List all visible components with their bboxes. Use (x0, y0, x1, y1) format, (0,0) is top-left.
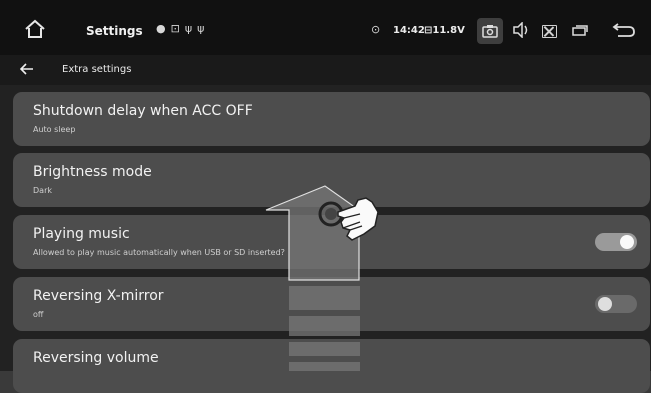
arrow-left-icon[interactable] (20, 63, 34, 75)
clock-time: 14:42 (393, 25, 425, 36)
setting-playing-music[interactable]: Playing music Allowed to play music auto… (13, 215, 650, 269)
page-title: Extra settings (62, 64, 132, 75)
location-pin-icon: ⊙ (371, 23, 381, 36)
setting-title: Playing music (33, 226, 130, 242)
setting-title: Reversing X-mirror (33, 288, 164, 304)
status-icons: ●⊡ψψ (156, 22, 209, 35)
usb-icon: ψ (197, 22, 210, 35)
settings-list: Shutdown delay when ACC OFF Auto sleep B… (0, 85, 651, 393)
setting-title: Brightness mode (33, 164, 152, 180)
reversing-x-mirror-toggle[interactable] (595, 295, 637, 313)
setting-brightness-mode[interactable]: Brightness mode Dark (13, 153, 650, 207)
setting-title: Shutdown delay when ACC OFF (33, 103, 253, 119)
close-window-icon[interactable] (542, 25, 557, 38)
setting-subtitle: Auto sleep (33, 125, 76, 134)
setting-subtitle: Allowed to play music automatically when… (33, 248, 285, 257)
screenshot-button[interactable] (477, 18, 503, 44)
setting-subtitle: off (33, 310, 44, 319)
setting-shutdown-delay[interactable]: Shutdown delay when ACC OFF Auto sleep (13, 92, 650, 146)
sd-card-icon: ⊡ (170, 22, 185, 35)
setting-title: Reversing volume (33, 350, 159, 366)
status-bar: Settings ●⊡ψψ ⊙ 14:42 ⊟11.8V (0, 0, 651, 55)
playing-music-toggle[interactable] (595, 233, 637, 251)
location-icon: ● (156, 22, 171, 35)
toggle-knob (620, 235, 634, 249)
sub-header: Extra settings (0, 55, 651, 85)
volume-icon[interactable] (512, 22, 530, 38)
setting-reversing-x-mirror[interactable]: Reversing X-mirror off (13, 277, 650, 331)
setting-subtitle: Dark (33, 186, 52, 195)
battery-voltage-value: 11.8V (432, 25, 465, 36)
recent-apps-icon[interactable] (572, 25, 588, 36)
setting-reversing-volume[interactable]: Reversing volume (13, 339, 650, 393)
toggle-knob (598, 297, 612, 311)
usb-icon: ψ (184, 22, 198, 35)
screenshot-icon (482, 25, 498, 38)
home-icon[interactable] (24, 19, 46, 39)
status-bar-title: Settings (86, 24, 143, 38)
back-icon[interactable] (612, 21, 636, 39)
battery-voltage: ⊟11.8V (424, 25, 465, 36)
